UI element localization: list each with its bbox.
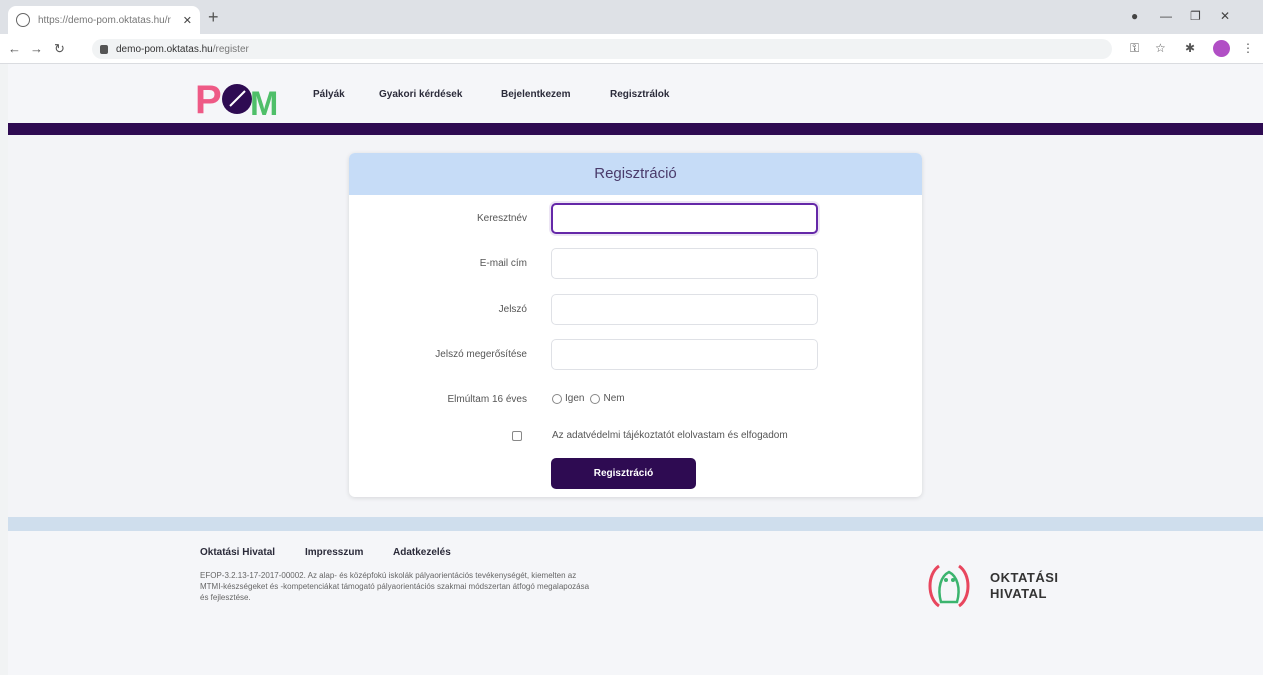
lock-icon xyxy=(100,44,108,54)
consent-label[interactable]: Az adatvédelmi tájékoztatót elolvastam é… xyxy=(552,430,788,441)
nav-gyakori-kerdesek[interactable]: Gyakori kérdések xyxy=(379,89,462,100)
footer xyxy=(8,531,1263,675)
password-confirm-input[interactable] xyxy=(551,339,818,370)
nav-palyak[interactable]: Pályák xyxy=(313,89,345,100)
logo-owl-eye-right xyxy=(951,578,955,582)
tab-title: https://demo-pom.oktatas.hu/r xyxy=(38,14,171,26)
age-radio-group: Igen Nem xyxy=(552,393,631,404)
header-divider xyxy=(8,123,1263,135)
browser-tab[interactable]: https://demo-pom.oktatas.hu/r ✕ xyxy=(8,6,200,34)
logo-letter-p: P xyxy=(195,78,222,119)
globe-icon xyxy=(16,13,30,27)
age-no-label[interactable]: Nem xyxy=(603,393,624,404)
restore-icon[interactable]: ❐ xyxy=(1190,9,1201,23)
profile-avatar[interactable] xyxy=(1213,40,1230,57)
consent-checkbox[interactable] xyxy=(512,431,522,441)
logo-owl xyxy=(938,570,960,604)
address-bar-row: ← → ↻ demo-pom.oktatas.hu /register ⚿ ☆ … xyxy=(0,34,1263,64)
age-no-radio[interactable] xyxy=(590,393,601,404)
password-confirm-label: Jelszó megerősítése xyxy=(435,349,527,360)
close-tab-icon[interactable]: ✕ xyxy=(183,14,192,27)
oktatasi-hivatal-logo[interactable] xyxy=(925,558,973,610)
age-yes-label[interactable]: Igen xyxy=(565,393,584,404)
logo-red-arc xyxy=(928,564,940,608)
record-icon[interactable]: ● xyxy=(1131,9,1138,23)
first-name-input[interactable] xyxy=(551,203,818,234)
password-input[interactable] xyxy=(551,294,818,325)
back-icon[interactable]: ← xyxy=(8,41,21,56)
nav-bejelentkezem[interactable]: Bejelentkezem xyxy=(501,89,570,100)
star-icon[interactable]: ☆ xyxy=(1155,41,1166,55)
browser-tab-bar: https://demo-pom.oktatas.hu/r ✕ + ● — ❐ … xyxy=(0,0,1263,34)
email-input[interactable] xyxy=(551,248,818,279)
menu-dots-icon[interactable]: ⋮ xyxy=(1242,41,1254,55)
first-name-label: Keresztnév xyxy=(476,213,527,224)
footer-divider xyxy=(8,517,1263,531)
new-tab-icon[interactable]: + xyxy=(208,8,219,26)
pom-logo[interactable]: P M xyxy=(195,75,283,119)
footer-link-adatkezeles[interactable]: Adatkezelés xyxy=(393,547,451,558)
email-label: E-mail cím xyxy=(479,258,527,269)
footer-link-impresszum[interactable]: Impresszum xyxy=(305,547,363,558)
minimize-icon[interactable]: — xyxy=(1160,9,1172,23)
logo-red-arc-right xyxy=(958,564,970,608)
age-yes-radio[interactable] xyxy=(552,393,562,404)
key-icon[interactable]: ⚿ xyxy=(1130,41,1139,56)
window-close-icon[interactable]: ✕ xyxy=(1220,9,1230,23)
footer-project-text: EFOP-3.2.13-17-2017-00002. Az alap- és k… xyxy=(200,571,590,602)
nav-regisztralok[interactable]: Regisztrálok xyxy=(610,89,669,100)
reload-icon[interactable]: ↻ xyxy=(54,41,65,57)
register-button[interactable]: Regisztráció xyxy=(551,458,696,489)
url-host: demo-pom.oktatas.hu xyxy=(116,43,213,55)
url-path: /register xyxy=(212,43,249,55)
forward-icon[interactable]: → xyxy=(30,41,43,56)
url-field[interactable]: demo-pom.oktatas.hu /register xyxy=(92,39,1112,59)
age-label: Elmúltam 16 éves xyxy=(447,394,527,405)
logo-letter-m: M xyxy=(250,85,278,119)
registration-title: Regisztráció xyxy=(349,153,922,195)
extensions-icon[interactable]: ✱ xyxy=(1185,41,1195,55)
logo-owl-eye xyxy=(944,578,948,582)
oktatasi-hivatal-wordmark: OKTATÁSI HIVATAL xyxy=(990,570,1059,602)
footer-link-oktatasi-hivatal[interactable]: Oktatási Hivatal xyxy=(200,547,275,558)
wordmark-line-1: OKTATÁSI xyxy=(990,570,1059,585)
wordmark-line-2: HIVATAL xyxy=(990,586,1047,601)
password-label: Jelszó xyxy=(498,304,527,315)
